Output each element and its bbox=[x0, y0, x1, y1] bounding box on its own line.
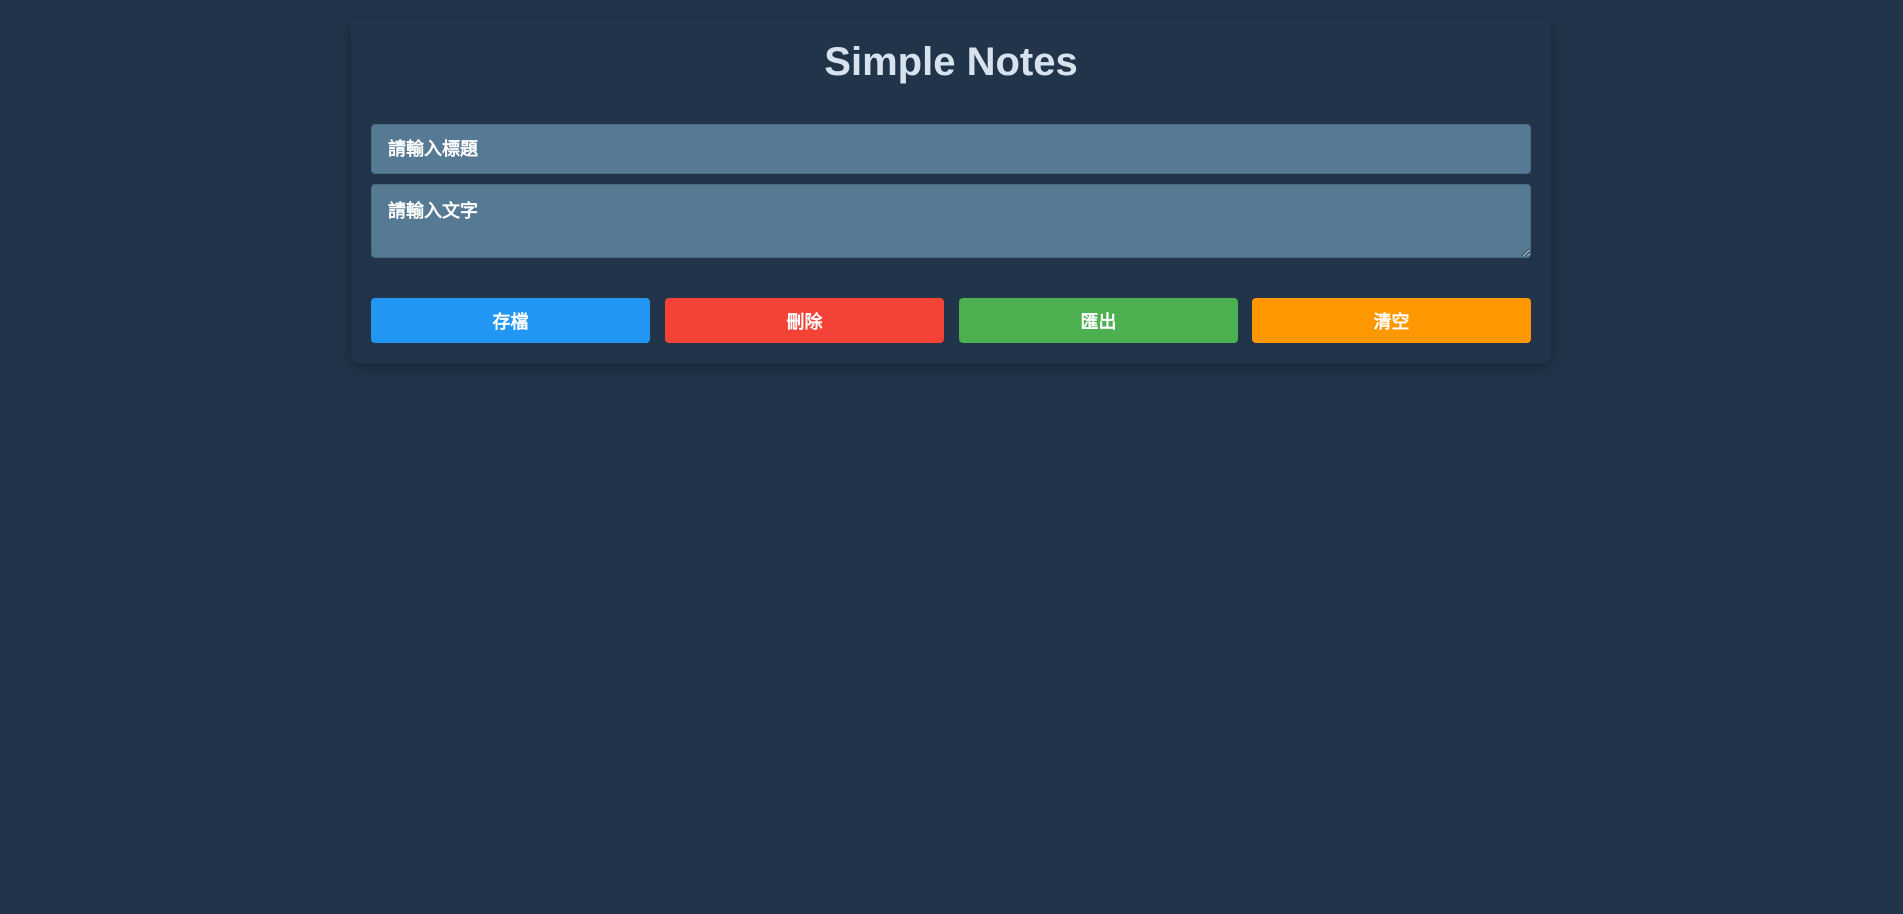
delete-button[interactable]: 刪除 bbox=[665, 298, 944, 343]
note-title-input[interactable] bbox=[371, 124, 1531, 174]
note-content-textarea[interactable] bbox=[371, 184, 1531, 258]
export-button[interactable]: 匯出 bbox=[959, 298, 1238, 343]
notes-card: Simple Notes 存檔 刪除 匯出 清空 bbox=[351, 18, 1551, 363]
save-button[interactable]: 存檔 bbox=[371, 298, 650, 343]
page-title: Simple Notes bbox=[824, 40, 1078, 84]
action-buttons: 存檔 刪除 匯出 清空 bbox=[371, 298, 1531, 343]
clear-button[interactable]: 清空 bbox=[1252, 298, 1531, 343]
